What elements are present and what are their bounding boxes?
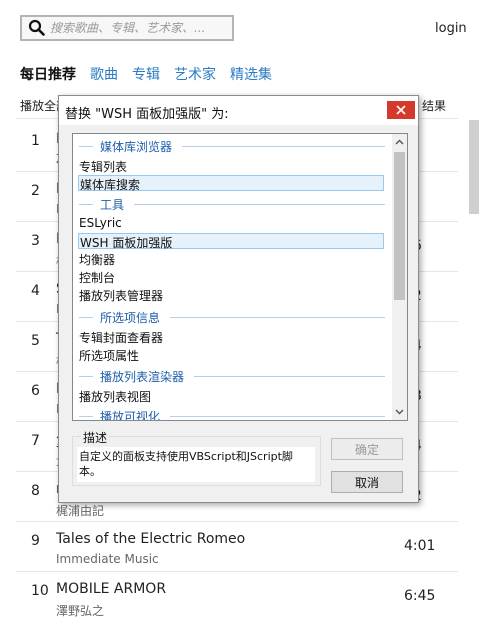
page-scrollbar[interactable] [469, 120, 479, 214]
cancel-button[interactable]: 取消 [331, 471, 403, 493]
search-icon [28, 19, 45, 36]
close-button[interactable] [387, 101, 415, 119]
list-item-library-search[interactable]: 媒体库搜索 [78, 175, 384, 192]
divider [16, 571, 458, 572]
list-item-album-list[interactable]: 专辑列表 [79, 158, 127, 175]
track-row[interactable]: 10 MOBILE ARMOR 澤野弘之 6:45 [0, 578, 460, 628]
description-caption: 描述 [81, 429, 110, 446]
track-artist[interactable]: 澤野弘之 [56, 602, 104, 619]
search-input[interactable] [50, 21, 230, 35]
replace-panel-dialog: 替换 "WSH 面板加强版" 为: 媒体库浏览器 专辑列表 媒体库搜索 工具 E… [58, 95, 419, 503]
list-item-eslyric[interactable]: ESLyric [79, 216, 122, 230]
tab-songs[interactable]: 歌曲 [90, 64, 118, 84]
track-number: 9 [31, 533, 40, 549]
tab-albums[interactable]: 专辑 [132, 64, 160, 84]
tab-daily[interactable]: 每日推荐 [20, 64, 76, 84]
search-box[interactable] [20, 15, 234, 41]
group-header-tools: 工具 [79, 196, 385, 212]
track-number: 1 [31, 133, 40, 149]
close-icon [396, 105, 406, 115]
group-header-media: 媒体库浏览器 [79, 138, 385, 154]
list-item-playlist-manager[interactable]: 播放列表管理器 [79, 287, 163, 304]
track-number: 7 [31, 433, 40, 449]
track-number: 10 [31, 583, 49, 599]
list-item-album-art[interactable]: 专辑封面查看器 [79, 329, 163, 346]
tab-artists[interactable]: 艺术家 [174, 64, 216, 84]
list-item-properties[interactable]: 所选项属性 [79, 347, 139, 364]
group-header-visual: 播放可视化 [79, 408, 385, 420]
divider [16, 521, 458, 522]
list-item-console[interactable]: 控制台 [79, 269, 115, 286]
scroll-down-arrow[interactable] [392, 404, 407, 420]
category-tabs: 每日推荐 歌曲 专辑 艺术家 精选集 [20, 64, 286, 84]
track-artist[interactable]: 梶浦由記 [56, 502, 104, 519]
tab-collections[interactable]: 精选集 [230, 64, 272, 84]
list-item-wsh-panel[interactable]: WSH 面板加强版 [78, 233, 384, 250]
chevron-down-icon [395, 409, 404, 415]
track-number: 8 [31, 483, 40, 499]
dialog-title: 替换 "WSH 面板加强版" 为: [65, 107, 229, 122]
login-link[interactable]: login [435, 21, 467, 36]
description-group: 描述 自定义的面板支持使用VBScript和JScript脚本。 [72, 429, 321, 486]
list-item-equalizer[interactable]: 均衡器 [79, 251, 115, 268]
list-scrollbar[interactable] [392, 134, 407, 420]
track-title: MOBILE ARMOR [56, 581, 167, 597]
track-duration: 6:45 [404, 588, 436, 604]
track-title: Tales of the Electric Romeo [56, 531, 246, 547]
dialog-titlebar[interactable]: 替换 "WSH 面板加强版" 为: [59, 96, 418, 125]
track-number: 2 [31, 183, 40, 199]
track-number: 5 [31, 333, 40, 349]
results-label: 结果 [422, 99, 447, 113]
track-number: 6 [31, 383, 40, 399]
track-duration: 4:01 [404, 538, 436, 554]
ok-button[interactable]: 确定 [331, 438, 403, 460]
track-number: 4 [31, 283, 40, 299]
group-header-renderer: 播放列表渲染器 [79, 368, 385, 384]
chevron-up-icon [395, 139, 404, 145]
panel-list[interactable]: 媒体库浏览器 专辑列表 媒体库搜索 工具 ESLyric WSH 面板加强版 均… [72, 133, 408, 421]
list-item-playlist-view[interactable]: 播放列表视图 [79, 388, 151, 405]
group-header-selection: 所选项信息 [79, 309, 385, 325]
scroll-up-arrow[interactable] [392, 134, 407, 150]
track-number: 3 [31, 233, 40, 249]
description-text: 自定义的面板支持使用VBScript和JScript脚本。 [77, 447, 315, 482]
track-artist[interactable]: Immediate Music [56, 552, 159, 566]
scroll-thumb[interactable] [394, 152, 405, 300]
